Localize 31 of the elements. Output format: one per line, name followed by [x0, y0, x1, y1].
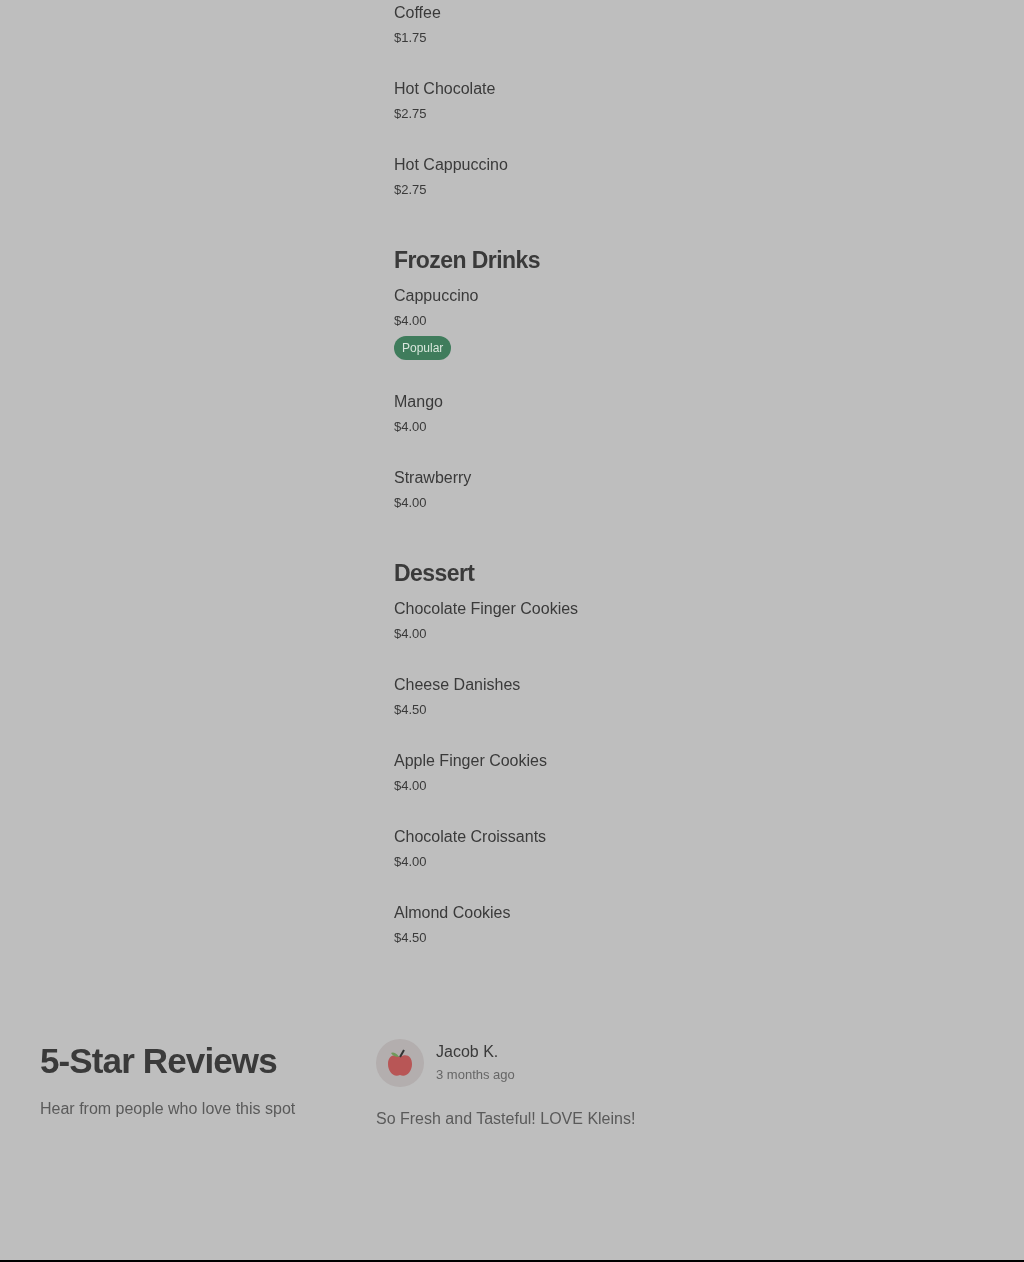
item-price: $2.75 — [394, 105, 427, 123]
section-heading: Frozen Drinks — [394, 246, 541, 275]
item-name: Cheese Danishes — [394, 675, 521, 695]
section-heading: Dessert — [394, 559, 476, 588]
item-name: Chocolate Finger Cookies — [394, 599, 579, 619]
item-price: $4.00 — [394, 312, 427, 330]
item-price: $4.00 — [394, 418, 427, 436]
review-time: 3 months ago — [436, 1066, 515, 1085]
popular-badge: Popular — [394, 336, 452, 360]
review-author: Jacob K. — [436, 1042, 500, 1063]
item-name: Apple Finger Cookies — [394, 751, 547, 771]
item-name: Strawberry — [394, 468, 472, 488]
item-price: $4.00 — [394, 777, 427, 795]
item-price: $4.00 — [394, 625, 427, 643]
review-text: So Fresh and Tasteful! LOVE Kleins! — [376, 1109, 636, 1129]
item-name: Hot Chocolate — [394, 79, 496, 99]
item-name: Almond Cookies — [394, 903, 511, 923]
reviews-heading: 5-Star Reviews — [40, 1040, 278, 1082]
item-price: $4.00 — [394, 494, 427, 512]
item-price: $4.00 — [394, 853, 427, 871]
item-name: Chocolate Croissants — [394, 827, 547, 847]
item-name: Coffee — [394, 3, 441, 23]
reviews-subtitle: Hear from people who love this spot — [40, 1099, 297, 1119]
apple-icon — [386, 1048, 414, 1078]
item-price: $4.50 — [394, 701, 427, 719]
item-name: Mango — [394, 392, 443, 412]
item-price: $1.75 — [394, 29, 427, 47]
item-name: Hot Cappuccino — [394, 155, 508, 175]
item-name: Cappuccino — [394, 286, 479, 306]
item-price: $2.75 — [394, 181, 427, 199]
item-price: $4.50 — [394, 929, 427, 947]
